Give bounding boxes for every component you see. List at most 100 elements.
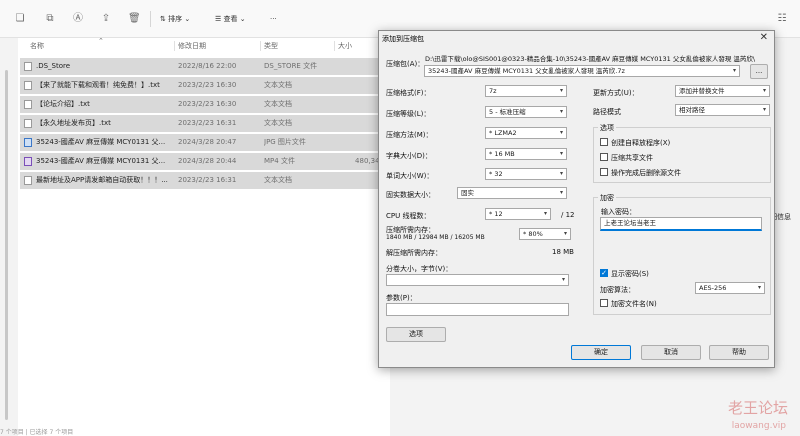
parameters-label: 参数(P)： xyxy=(386,294,417,302)
archive-name-combo[interactable]: 35243-國產AV 麻豆傳媒 MCY0131 父女亂倫被家人發現 溫芮欣.7z… xyxy=(424,65,740,77)
delete-after-label[interactable]: 操作完成后删除源文件 xyxy=(611,168,681,178)
cancel-button[interactable]: 取消 xyxy=(641,345,701,360)
path-mode-select[interactable]: 相对路径 ▾ xyxy=(675,104,770,116)
copy-icon[interactable]: ⧉ xyxy=(44,13,56,25)
path-mode-value: 相对路径 xyxy=(679,106,705,114)
chevron-down-icon: ▾ xyxy=(559,150,563,157)
file-modified: 2024/3/28 20:44 xyxy=(178,157,237,165)
parameters-input[interactable] xyxy=(386,303,569,316)
ok-button[interactable]: 确定 xyxy=(571,345,631,360)
shared-files-label[interactable]: 压缩共享文件 xyxy=(611,153,653,163)
sfx-checkbox[interactable] xyxy=(600,138,608,146)
chevron-down-icon: ▾ xyxy=(559,170,563,177)
column-divider[interactable] xyxy=(334,41,335,51)
column-divider[interactable] xyxy=(260,41,261,51)
shared-files-checkbox[interactable] xyxy=(600,153,608,161)
file-icon xyxy=(24,62,32,71)
file-row[interactable]: 最新地址及APP请发邮箱自动获取！！！... 2023/2/23 16:31 文… xyxy=(20,172,388,189)
rename-icon[interactable]: Ⓐ xyxy=(72,13,84,25)
delete-icon[interactable]: 🗑 xyxy=(128,13,141,25)
encrypt-names-label[interactable]: 加密文件名(N) xyxy=(611,299,657,309)
password-input[interactable]: 上老王论坛当老王 xyxy=(600,217,762,231)
method-value: * LZMA2 xyxy=(489,129,517,137)
dictionary-label: 字典大小(D)： xyxy=(386,152,432,160)
method-select[interactable]: * LZMA2 ▾ xyxy=(485,127,567,139)
view-button[interactable]: ☰ 查看 ⌄ xyxy=(215,12,246,26)
sort-caret-icon: ⌃ xyxy=(98,37,104,45)
threads-select[interactable]: * 12 ▾ xyxy=(485,208,551,220)
word-size-select[interactable]: * 32 ▾ xyxy=(485,168,567,180)
file-name: 35243-國產AV 麻豆傳媒 MCY0131 父... xyxy=(36,157,166,165)
view-label: 查看 xyxy=(223,15,238,23)
show-password-checkbox[interactable]: ✓ xyxy=(600,269,608,277)
file-row[interactable]: 【来了就能下载和观看！纯免费！】.txt 2023/2/23 16:30 文本文… xyxy=(20,77,388,94)
text-file-icon xyxy=(24,81,32,90)
encryption-group-title: 加密 xyxy=(598,193,616,203)
file-modified: 2024/3/28 20:47 xyxy=(178,138,237,146)
file-row[interactable]: .DS_Store 2022/8/16 22:00 DS_STORE 文件 xyxy=(20,58,388,75)
file-modified: 2023/2/23 16:30 xyxy=(178,81,237,89)
column-type[interactable]: 类型 xyxy=(264,40,278,52)
solid-select[interactable]: 固实 ▾ xyxy=(457,187,567,199)
sfx-label[interactable]: 创建自释放程序(X) xyxy=(611,138,670,148)
browse-button[interactable]: ... xyxy=(750,64,768,79)
column-size[interactable]: 大小 xyxy=(338,40,352,52)
format-select[interactable]: 7z ▾ xyxy=(485,85,567,97)
dictionary-select[interactable]: * 16 MB ▾ xyxy=(485,148,567,160)
encryption-method-label: 加密算法： xyxy=(600,286,635,294)
encryption-method-value: AES-256 xyxy=(699,284,727,292)
file-name: .DS_Store xyxy=(36,62,71,70)
status-bar: 7 个项目 | 已选择 7 个项目 xyxy=(0,429,74,436)
chevron-down-icon: ▾ xyxy=(561,276,565,283)
chevron-down-icon: ▾ xyxy=(543,210,547,217)
chevron-down-icon: ▾ xyxy=(563,230,567,237)
word-size-label: 单词大小(W)： xyxy=(386,172,434,180)
format-label: 压缩格式(F)： xyxy=(386,89,431,97)
update-mode-select[interactable]: 添加并替换文件 ▾ xyxy=(675,85,770,97)
level-select[interactable]: 5 - 标准压缩 ▾ xyxy=(485,106,567,118)
file-name: 【永久地址发布页】.txt xyxy=(36,119,111,127)
watermark-url: laowang.vip xyxy=(731,421,786,431)
sort-label: 排序 xyxy=(168,15,183,23)
dialog-title: 添加到压缩包 xyxy=(382,35,424,43)
memory-select[interactable]: * 80% ▾ xyxy=(519,228,571,240)
file-name: 【论坛介绍】.txt xyxy=(36,100,90,108)
split-label: 分卷大小，字节(V)： xyxy=(386,265,453,273)
dictionary-value: * 16 MB xyxy=(489,150,515,158)
vertical-scrollbar[interactable] xyxy=(5,70,8,420)
memory-detail: 1840 MB / 12984 MB / 16205 MB xyxy=(386,234,485,241)
threads-label: CPU 线程数： xyxy=(386,212,431,220)
help-button[interactable]: 帮助 xyxy=(709,345,769,360)
decompress-memory-value: 18 MB xyxy=(552,248,574,256)
split-select[interactable]: ▾ xyxy=(386,274,569,286)
file-row[interactable]: 【永久地址发布页】.txt 2023/2/23 16:31 文本文档 xyxy=(20,115,388,132)
add-to-archive-dialog: 添加到压缩包 ✕ 压缩包(A)： D:\迅雷下载\olo@SIS001@0323… xyxy=(378,30,775,368)
file-row[interactable]: 35243-國產AV 麻豆傳媒 MCY0131 父... 2024/3/28 2… xyxy=(20,134,388,151)
chevron-down-icon: ▾ xyxy=(559,129,563,136)
sort-button[interactable]: ⇅ 排序 ⌄ xyxy=(160,12,190,26)
file-type: 文本文档 xyxy=(264,176,292,184)
method-label: 压缩方法(M)： xyxy=(386,131,433,139)
column-modified[interactable]: 修改日期 xyxy=(178,40,206,52)
file-name: 【来了就能下载和观看！纯免费！】.txt xyxy=(36,81,160,89)
options-button[interactable]: 选项 xyxy=(386,327,446,342)
new-icon[interactable]: ❏ xyxy=(14,13,26,25)
text-file-icon xyxy=(24,119,32,128)
close-icon[interactable]: ✕ xyxy=(760,32,768,43)
column-name[interactable]: 名称 xyxy=(30,40,44,52)
delete-after-checkbox[interactable] xyxy=(600,168,608,176)
file-row[interactable]: 【论坛介绍】.txt 2023/2/23 16:30 文本文档 xyxy=(20,96,388,113)
encrypt-names-checkbox[interactable] xyxy=(600,299,608,307)
archive-label: 压缩包(A)： xyxy=(386,60,425,68)
watermark-logo: 老王论坛 xyxy=(727,399,788,417)
column-divider[interactable] xyxy=(174,41,175,51)
update-mode-value: 添加并替换文件 xyxy=(679,87,725,95)
file-modified: 2023/2/23 16:30 xyxy=(178,100,237,108)
more-button[interactable]: ··· xyxy=(270,12,277,26)
show-password-label[interactable]: 显示密码(S) xyxy=(611,269,649,279)
encryption-method-select[interactable]: AES-256 ▾ xyxy=(695,282,765,294)
details-pane-icon[interactable]: ☷ xyxy=(776,13,788,25)
file-row[interactable]: 35243-國產AV 麻豆傳媒 MCY0131 父... 2024/3/28 2… xyxy=(20,153,388,170)
password-label: 输入密码： xyxy=(601,208,636,216)
share-icon[interactable]: ⇪ xyxy=(100,13,112,25)
